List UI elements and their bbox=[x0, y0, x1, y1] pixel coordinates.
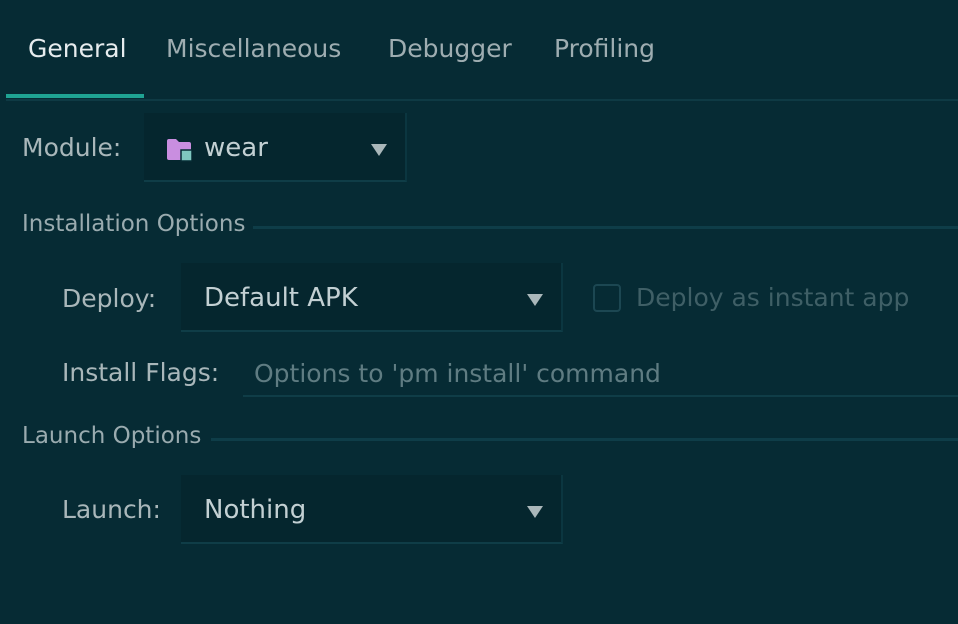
folder-module-icon bbox=[167, 139, 192, 162]
install-flags-field bbox=[243, 352, 958, 397]
chevron-down-icon bbox=[527, 294, 543, 306]
chevron-down-icon bbox=[527, 506, 543, 518]
instant-app-checkbox[interactable] bbox=[593, 284, 621, 312]
install-flags-input[interactable] bbox=[243, 352, 954, 394]
deploy-label: Deploy: bbox=[62, 284, 157, 313]
launch-options-divider bbox=[211, 438, 958, 441]
installation-options-divider bbox=[253, 226, 958, 229]
launch-dropdown[interactable]: Nothing bbox=[181, 475, 563, 544]
tab-general[interactable]: General bbox=[28, 34, 127, 63]
module-dropdown-value: wear bbox=[204, 133, 268, 163]
module-label: Module: bbox=[22, 133, 122, 162]
install-flags-label: Install Flags: bbox=[62, 358, 220, 387]
module-dropdown[interactable]: wear bbox=[144, 113, 407, 182]
installation-options-title: Installation Options bbox=[22, 211, 246, 237]
tab-miscellaneous[interactable]: Miscellaneous bbox=[166, 34, 341, 63]
chevron-down-icon bbox=[371, 144, 387, 156]
tab-profiling[interactable]: Profiling bbox=[554, 34, 655, 63]
deploy-dropdown[interactable]: Default APK bbox=[181, 263, 563, 332]
launch-label: Launch: bbox=[62, 495, 161, 524]
tab-bar: General Miscellaneous Debugger Profiling bbox=[6, 0, 958, 101]
launch-options-title: Launch Options bbox=[22, 423, 202, 449]
deploy-dropdown-value: Default APK bbox=[204, 283, 358, 313]
active-tab-indicator bbox=[6, 94, 144, 98]
tab-debugger[interactable]: Debugger bbox=[388, 34, 512, 63]
launch-dropdown-value: Nothing bbox=[204, 495, 307, 525]
instant-app-label: Deploy as instant app bbox=[636, 283, 910, 312]
